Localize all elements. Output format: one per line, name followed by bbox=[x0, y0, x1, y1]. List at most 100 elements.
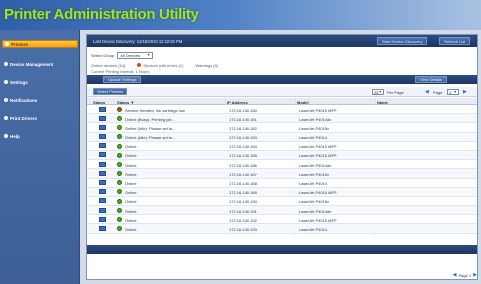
ip-cell: 172.16.140.182 bbox=[229, 125, 257, 131]
table-row[interactable]: Online 172.16.140.192 LaserJet P4015 MFP bbox=[87, 215, 477, 225]
model-cell: LaserJet P4015 MFP bbox=[299, 107, 337, 113]
warning-count[interactable]: Warnings (0) bbox=[195, 63, 218, 68]
status-dot-icon bbox=[117, 125, 122, 131]
row-select-checkbox[interactable] bbox=[99, 124, 106, 130]
sidebar-item-notifications[interactable]: Notifications bbox=[2, 96, 78, 104]
help-icon bbox=[4, 134, 8, 138]
table-row[interactable]: Online 172.16.140.193 LaserJet P4014 bbox=[87, 224, 477, 234]
action-bar: Update Settings View Details bbox=[87, 75, 477, 84]
chevron-down-icon: ▼ bbox=[378, 90, 382, 94]
discover-button[interactable]: Start Device Discovery bbox=[377, 37, 428, 45]
status-cell: Online bbox=[125, 171, 137, 177]
row-select-checkbox[interactable] bbox=[99, 225, 106, 231]
main-panel: Last Device Discovery: 12/15/2010 11:32:… bbox=[86, 34, 478, 280]
table-row[interactable]: Online 172.16.140.185 LaserJet P4015 MFP bbox=[87, 150, 477, 161]
row-select-checkbox[interactable] bbox=[99, 180, 106, 185]
status-dot-icon bbox=[117, 207, 122, 213]
ip-cell: 172.16.140.180 bbox=[229, 107, 257, 113]
prev-page-icon[interactable]: ◀ bbox=[453, 272, 457, 278]
refresh-button[interactable]: Refresh List bbox=[439, 37, 471, 45]
row-select-checkbox[interactable] bbox=[99, 207, 106, 213]
status-summary: Online devices (14) Devices with errors … bbox=[91, 62, 218, 68]
table-row[interactable]: Online 172.16.140.189 LaserJet P4015 MFP bbox=[87, 187, 477, 197]
status-cell: Online bbox=[125, 181, 137, 186]
page-label: Page bbox=[433, 90, 443, 95]
group-select[interactable]: All Devices ▼ bbox=[117, 51, 154, 59]
row-select-checkbox[interactable] bbox=[99, 170, 106, 176]
table-row[interactable]: Online 172.16.140.188 LaserJet P4014 bbox=[87, 178, 477, 188]
ip-cell: 172.16.140.185 bbox=[229, 153, 257, 159]
ip-cell: 172.16.140.192 bbox=[229, 217, 257, 223]
ip-cell: 172.16.140.187 bbox=[229, 171, 257, 177]
status-dot-icon bbox=[117, 217, 122, 223]
table-row[interactable]: Online 172.16.140.190 LaserJet P4015x bbox=[87, 196, 477, 207]
update-settings-button[interactable]: Update Settings bbox=[103, 76, 142, 83]
sidebar-item-print-drivers[interactable]: Print Drivers bbox=[2, 114, 78, 122]
bullet-icon bbox=[4, 116, 8, 120]
row-select-checkbox[interactable] bbox=[99, 134, 106, 140]
model-cell: LaserJet P4015x bbox=[299, 171, 330, 177]
error-count: Devices with errors (1) bbox=[143, 62, 184, 68]
status-cell: Service Needed: Ink cartridge low bbox=[125, 107, 185, 113]
ip-cell: 172.16.140.183 bbox=[229, 135, 257, 141]
ip-cell: 172.16.140.193 bbox=[229, 226, 257, 232]
model-cell: LaserJet P4015 MFP bbox=[299, 144, 337, 150]
row-select-checkbox[interactable] bbox=[99, 216, 106, 222]
sidebar-item-printers[interactable]: Printers bbox=[2, 40, 78, 48]
table-row[interactable]: Online 172.16.140.184 LaserJet P4015 MFP bbox=[87, 141, 477, 151]
table-row[interactable]: Online 172.16.140.187 LaserJet P4015x bbox=[87, 169, 477, 179]
status-cell: Online (Idle): Please set to... bbox=[125, 135, 176, 141]
table-row[interactable]: Online (Busy): Printing job... 172.16.140… bbox=[87, 114, 477, 124]
status-cell: Online bbox=[125, 208, 137, 214]
sidebar-item-label: Settings bbox=[10, 79, 28, 85]
sidebar-item-settings[interactable]: Settings bbox=[2, 78, 78, 86]
table-row[interactable]: Service Needed: Ink cartridge low 172.16.… bbox=[87, 105, 477, 115]
model-cell: LaserJet P4015 MFP bbox=[299, 217, 337, 223]
row-select-checkbox[interactable] bbox=[99, 152, 106, 158]
view-details-button[interactable]: View Details bbox=[415, 76, 447, 83]
row-select-checkbox[interactable] bbox=[99, 115, 106, 121]
prev-page-icon[interactable]: ◀ bbox=[425, 89, 429, 95]
status-cell: Online bbox=[125, 162, 137, 168]
row-select-checkbox[interactable] bbox=[99, 143, 106, 149]
ip-cell: 172.16.140.181 bbox=[229, 116, 257, 122]
status-dot-icon bbox=[117, 171, 122, 177]
model-cell: LaserJet P4014dn bbox=[299, 116, 332, 122]
next-page-icon[interactable]: ▶ bbox=[463, 89, 467, 95]
per-page-select[interactable]: 25 ▼ bbox=[372, 89, 384, 95]
row-select-checkbox[interactable] bbox=[99, 189, 106, 195]
online-count[interactable]: Online devices (14) bbox=[91, 63, 125, 68]
next-page-icon[interactable]: ▶ bbox=[473, 272, 477, 278]
per-page-label: Per Page bbox=[387, 90, 404, 95]
col-ip[interactable]: IP Address bbox=[227, 100, 248, 105]
col-model[interactable]: Model bbox=[297, 100, 309, 105]
model-cell: LaserJet P4014dn bbox=[299, 208, 332, 214]
group-filter-label: Select Group bbox=[91, 52, 115, 58]
sidebar-item-device-management[interactable]: Device Management bbox=[2, 60, 78, 68]
row-select-checkbox[interactable] bbox=[99, 106, 106, 112]
row-select-checkbox[interactable] bbox=[99, 161, 106, 167]
status-cell: Online bbox=[125, 153, 137, 159]
model-cell: LaserJet P4015x bbox=[299, 125, 330, 131]
status-dot-icon bbox=[117, 198, 122, 204]
col-name[interactable]: Name bbox=[377, 100, 388, 105]
chevron-down-icon: ▼ bbox=[453, 90, 457, 94]
row-select-checkbox[interactable] bbox=[99, 198, 106, 204]
ip-cell: 172.16.140.190 bbox=[229, 199, 257, 205]
sidebar-item-help[interactable]: Help bbox=[2, 132, 78, 140]
page-value: 1 bbox=[449, 89, 452, 95]
table-row[interactable]: Online 172.16.140.186 LaserJet P4014dn bbox=[87, 160, 477, 170]
page-select[interactable]: 1 ▼ bbox=[447, 89, 459, 95]
status-dot-icon bbox=[117, 189, 122, 195]
col-select[interactable]: Status bbox=[93, 100, 105, 105]
col-status[interactable]: Status ▼ bbox=[117, 100, 134, 105]
error-count-wrap[interactable]: Devices with errors (1) bbox=[137, 63, 183, 68]
table-row[interactable]: Online (Idle): Please set to... 172.16.14… bbox=[87, 132, 477, 142]
select-printers-button[interactable]: Select Printers bbox=[93, 88, 128, 95]
sidebar-item-label: Notifications bbox=[10, 97, 38, 103]
table-row[interactable]: Online (Idle): Please set to... 172.16.14… bbox=[87, 123, 477, 133]
table-row[interactable]: Online 172.16.140.191 LaserJet P4014dn bbox=[87, 206, 477, 216]
status-dot-icon bbox=[117, 115, 122, 121]
app-header: Printer Administration Utility bbox=[0, 0, 481, 30]
status-dot-icon bbox=[117, 152, 122, 158]
